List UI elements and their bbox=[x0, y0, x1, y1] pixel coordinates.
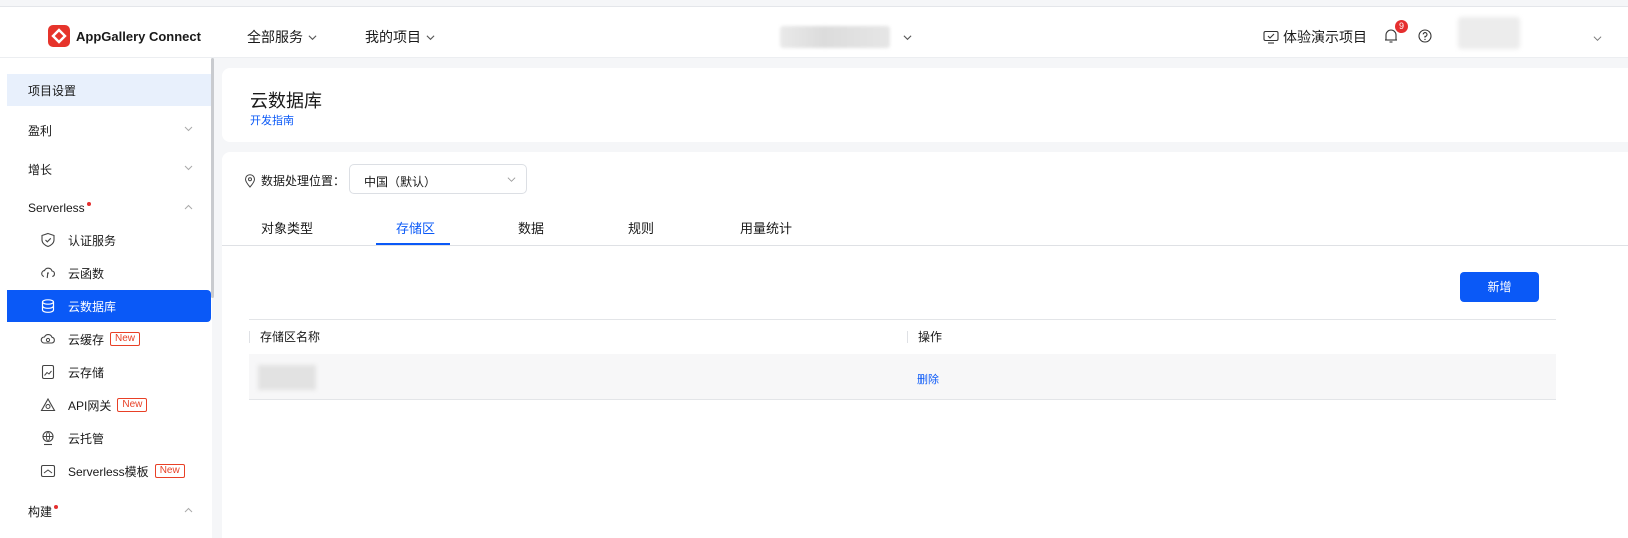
chevron-down-icon bbox=[184, 126, 193, 132]
sidebar-group-monetize[interactable]: 盈利 bbox=[7, 114, 211, 146]
chevron-down-icon bbox=[308, 34, 317, 40]
data-location-label: 数据处理位置： bbox=[244, 172, 345, 189]
dev-guide-link[interactable]: 开发指南 bbox=[250, 112, 294, 128]
brand-name[interactable]: AppGallery Connect bbox=[76, 29, 201, 44]
storage-zone-name-redacted bbox=[258, 365, 316, 390]
chevron-down-icon bbox=[507, 177, 516, 182]
all-services-label: 全部服务 bbox=[247, 29, 303, 45]
demo-project-link[interactable]: 体验演示项目 bbox=[1263, 27, 1367, 47]
data-location-value: 中国（默认） bbox=[364, 175, 437, 189]
cloud-hosting-icon bbox=[40, 430, 56, 446]
sidebar-item-serverless-template[interactable]: Serverless模板 New bbox=[7, 455, 211, 487]
template-icon bbox=[40, 463, 56, 479]
shield-check-icon bbox=[40, 232, 56, 248]
table-row: 删除 bbox=[249, 354, 1556, 400]
user-menu-chevron-down-icon[interactable] bbox=[1593, 34, 1602, 43]
page-header-card: 云数据库 开发指南 bbox=[222, 68, 1628, 142]
table-header: 存储区名称 操作 bbox=[249, 319, 1556, 355]
database-icon bbox=[40, 298, 56, 314]
sidebar-item-project-settings[interactable]: 项目设置 bbox=[7, 74, 211, 106]
active-tab-indicator bbox=[376, 243, 450, 245]
red-dot-indicator bbox=[86, 202, 91, 206]
column-header-name: 存储区名称 bbox=[249, 331, 320, 343]
chevron-up-icon bbox=[184, 507, 193, 513]
new-badge: New bbox=[117, 398, 148, 412]
new-badge: New bbox=[154, 464, 185, 478]
sidebar-item-label: 云缓存 bbox=[68, 332, 105, 347]
user-avatar-redacted[interactable] bbox=[1458, 17, 1520, 49]
new-badge: New bbox=[110, 332, 141, 346]
sidebar-item-api-gateway[interactable]: API网关 New bbox=[7, 389, 211, 421]
my-projects-label: 我的项目 bbox=[365, 29, 421, 45]
chevron-down-icon bbox=[426, 34, 435, 40]
page-title: 云数据库 bbox=[250, 91, 322, 111]
sidebar-item-cloud-hosting[interactable]: 云托管 bbox=[7, 422, 211, 454]
column-header-actions: 操作 bbox=[907, 331, 942, 343]
sidebar-item-label: 认证服务 bbox=[68, 233, 117, 248]
tab-bar: 对象类型 存储区 数据 规则 用量统计 bbox=[222, 212, 1628, 246]
cloud-storage-icon bbox=[40, 364, 56, 380]
cloud-function-icon bbox=[40, 265, 56, 281]
demo-screen-icon bbox=[1263, 30, 1279, 44]
tab-usage-stats[interactable]: 用量统计 bbox=[740, 218, 792, 237]
sidebar-item-label: API网关 bbox=[68, 398, 112, 413]
tab-object-types[interactable]: 对象类型 bbox=[261, 218, 313, 237]
help-icon[interactable] bbox=[1418, 29, 1432, 43]
sidebar-scrollbar[interactable] bbox=[211, 58, 214, 298]
tab-rules[interactable]: 规则 bbox=[628, 218, 654, 237]
sidebar-item-auth-service[interactable]: 认证服务 bbox=[7, 224, 211, 256]
sidebar-group-serverless[interactable]: Serverless bbox=[7, 192, 211, 224]
notification-badge: 9 bbox=[1395, 20, 1408, 33]
red-dot-indicator bbox=[54, 505, 59, 509]
location-pin-icon bbox=[244, 173, 256, 188]
add-button[interactable]: 新增 bbox=[1460, 272, 1539, 302]
sidebar-item-cloud-functions[interactable]: 云函数 bbox=[7, 257, 211, 289]
sidebar-item-cloud-storage[interactable]: 云存储 bbox=[7, 356, 211, 388]
project-chevron-down-icon[interactable] bbox=[903, 33, 912, 42]
top-navigation-bar: AppGallery Connect 全部服务 我的项目 体验演示项目 9 bbox=[0, 6, 1628, 58]
sidebar-item-label: 项目设置 bbox=[28, 83, 77, 98]
sidebar-item-label: 构建 bbox=[28, 504, 53, 519]
tab-storage-zones[interactable]: 存储区 bbox=[396, 218, 435, 237]
sidebar-group-build[interactable]: 构建 bbox=[7, 495, 211, 527]
project-selector-redacted[interactable] bbox=[780, 26, 890, 48]
sidebar-item-label: Serverless bbox=[28, 201, 85, 215]
main-content-card: 数据处理位置： 中国（默认） 对象类型 存储区 数据 规则 用量统计 新增 存储… bbox=[222, 152, 1628, 538]
sidebar-item-label: 云托管 bbox=[68, 431, 105, 446]
cloud-cache-icon bbox=[40, 331, 56, 347]
sidebar-item-label: 增长 bbox=[28, 162, 53, 177]
sidebar-item-label: Serverless模板 bbox=[68, 464, 149, 479]
sidebar-item-cloud-cache[interactable]: 云缓存 New bbox=[7, 323, 211, 355]
sidebar-item-cloud-db[interactable]: 云数据库 bbox=[7, 290, 211, 322]
tab-data[interactable]: 数据 bbox=[518, 218, 544, 237]
chevron-up-icon bbox=[184, 204, 193, 210]
all-services-menu[interactable]: 全部服务 bbox=[247, 27, 317, 47]
api-gateway-icon bbox=[40, 397, 56, 413]
sidebar-item-label: 云函数 bbox=[68, 266, 105, 281]
data-location-text: 数据处理位置： bbox=[261, 174, 346, 188]
delete-link[interactable]: 删除 bbox=[917, 371, 939, 387]
sidebar-item-label: 云数据库 bbox=[68, 299, 117, 314]
data-location-select[interactable]: 中国（默认） bbox=[349, 164, 527, 194]
sidebar-item-label: 盈利 bbox=[28, 123, 53, 138]
sidebar-item-label: 云存储 bbox=[68, 365, 105, 380]
chevron-down-icon bbox=[184, 165, 193, 171]
sidebar-group-growth[interactable]: 增长 bbox=[7, 153, 211, 185]
demo-project-label: 体验演示项目 bbox=[1283, 29, 1367, 45]
my-projects-menu[interactable]: 我的项目 bbox=[365, 27, 435, 47]
appgallery-logo-icon[interactable] bbox=[48, 25, 70, 47]
